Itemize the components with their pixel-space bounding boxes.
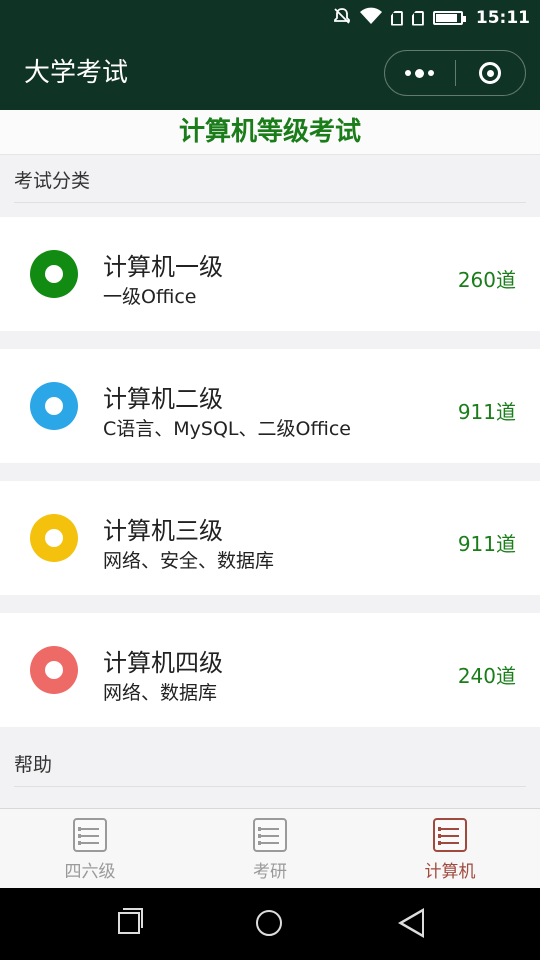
exam-name: 计算机四级 [103,649,223,677]
exam-desc: 网络、数据库 [103,682,218,704]
tab-postgrad[interactable]: 考研 [180,809,360,888]
nav-bar: 大学考试 [0,36,540,110]
sim-icon [411,10,424,26]
tab-cet[interactable]: 四六级 [0,809,180,888]
tab-computer[interactable]: 计算机 [360,809,540,888]
exam-name: 计算机一级 [103,253,223,281]
exam-count: 240道 [457,664,516,688]
exam-card-level4[interactable]: 计算机四级 网络、数据库 240道 [0,613,540,727]
section-label-category: 考试分类 [0,155,540,203]
chrome-icon [30,382,78,430]
home-icon[interactable] [256,910,282,936]
wifi-icon [359,7,382,29]
tab-bar: 四六级 考研 计算机 [0,808,540,888]
exam-count: 911道 [457,532,516,556]
exam-card-level3[interactable]: 计算机三级 网络、安全、数据库 911道 [0,481,540,595]
close-miniprogram-icon[interactable] [456,51,526,95]
exam-list: 计算机一级 一级Office 260道 计算机二级 C语言、MySQL、二级Of… [0,217,540,727]
exam-count: 260道 [457,268,516,292]
tab-label: 计算机 [424,862,476,882]
banner-title: 计算机等级考试 [0,110,540,155]
list-icon [73,818,107,852]
recents-icon[interactable] [118,908,143,934]
exam-card-level1[interactable]: 计算机一级 一级Office 260道 [0,217,540,331]
more-dots-icon[interactable] [385,51,455,95]
battery-icon [432,11,466,25]
exam-desc: 网络、安全、数据库 [103,550,275,572]
exam-name: 计算机三级 [103,517,223,545]
status-time: 15:11 [475,8,530,28]
exam-card-level2[interactable]: 计算机二级 C语言、MySQL、二级Office 911道 [0,349,540,463]
exam-desc: 一级Office [103,286,197,308]
tab-label: 考研 [253,862,287,882]
section-label-help: 帮助 [0,739,540,787]
chrome-icon [30,514,78,562]
chrome-icon [30,646,78,694]
tab-label: 四六级 [64,862,116,882]
bell-off-icon [333,7,351,29]
page-title: 大学考试 [24,58,129,88]
miniprogram-capsule [384,50,526,96]
list-icon [253,818,287,852]
exam-desc: C语言、MySQL、二级Office [103,418,351,440]
system-navigation-bar [0,888,540,960]
status-bar: 15:11 [0,0,540,36]
exam-count: 911道 [457,400,516,424]
sim-icon [390,10,403,26]
list-icon [433,818,467,852]
main-content: 计算机等级考试 考试分类 计算机一级 一级Office 260道 计算机二级 C… [0,110,540,808]
status-icons: 15:11 [333,0,530,36]
chrome-icon [30,250,78,298]
exam-name: 计算机二级 [103,385,223,413]
back-icon[interactable] [398,908,424,938]
